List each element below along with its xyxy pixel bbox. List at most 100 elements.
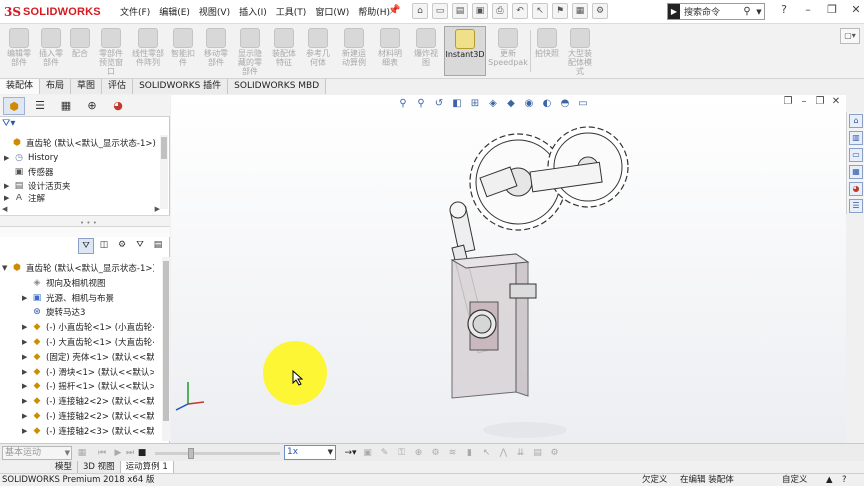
home-icon[interactable]: ⌂: [412, 3, 428, 19]
toolbar-options-icon[interactable]: ▢▾: [840, 28, 860, 44]
expand-icon[interactable]: ▼: [2, 264, 11, 272]
pivot-pin[interactable]: [449, 201, 467, 219]
show-hidden-components-button[interactable]: 显示隐 藏的零 部件: [234, 26, 266, 76]
upper-scrollbar[interactable]: [160, 135, 168, 209]
bill-of-materials-button[interactable]: 材料明 细表: [374, 26, 406, 67]
close-icon[interactable]: ✕: [844, 3, 864, 16]
tab-layout[interactable]: 布局: [40, 79, 72, 94]
appearances-icon[interactable]: ◕: [849, 182, 863, 196]
insert-component-button[interactable]: 插入零 部件: [36, 26, 66, 67]
expand-icon[interactable]: ▶: [22, 427, 31, 435]
assembly-features-button[interactable]: 装配体 特征: [268, 26, 300, 67]
custom-properties-icon[interactable]: ☰: [849, 199, 863, 213]
tab-mbd[interactable]: SOLIDWORKS MBD: [228, 79, 327, 94]
expand-icon[interactable]: ▶: [22, 368, 31, 376]
select-icon[interactable]: ↖: [532, 3, 548, 19]
save-animation-icon[interactable]: ▣: [359, 446, 376, 460]
slider-block[interactable]: [509, 283, 537, 299]
solidworks-logo[interactable]: 3S SOLIDWORKS: [4, 4, 101, 20]
exploded-view-button[interactable]: 爆炸视 图: [410, 26, 442, 67]
menu-window[interactable]: 窗口(W): [315, 5, 349, 18]
help-icon[interactable]: ?: [842, 474, 847, 486]
doc-maximize-icon[interactable]: ❐: [812, 96, 828, 107]
scroll-thumb[interactable]: [161, 137, 167, 159]
new-document-icon[interactable]: ▭: [432, 3, 448, 19]
menu-edit[interactable]: 编辑(E): [159, 5, 190, 18]
view-orientation-icon[interactable]: ◈: [484, 97, 502, 111]
expand-icon[interactable]: ▶: [4, 194, 13, 202]
play-from-start-icon[interactable]: ⏭: [124, 446, 136, 460]
display-pane-icon[interactable]: ◫: [96, 238, 112, 254]
restore-icon[interactable]: ❐: [820, 3, 844, 16]
tree-item[interactable]: ▶ ◆ (-) 连接轴2<3> (默认<<默认: [22, 424, 154, 438]
playback-mode-icon[interactable]: →▾: [342, 446, 359, 460]
tab-model[interactable]: 模型: [50, 461, 79, 473]
dynamic-annotation-icon[interactable]: ⊞: [466, 97, 484, 111]
tree-item-sensors[interactable]: ▣ 传感器: [4, 165, 54, 179]
menu-help[interactable]: 帮助(H): [358, 5, 390, 18]
search-icon[interactable]: ⚲: [740, 6, 754, 17]
expand-icon[interactable]: ▶: [22, 353, 31, 361]
collapse-icon[interactable]: ▤: [150, 238, 166, 254]
menu-insert[interactable]: 插入(I): [239, 5, 267, 18]
save-icon[interactable]: ▣: [472, 3, 488, 19]
home-icon[interactable]: ⌂: [849, 114, 863, 128]
results-icon[interactable]: ▤: [529, 446, 546, 460]
tree-item-design-binder[interactable]: ▶ ▤ 设计活页夹: [4, 179, 71, 193]
rebuild-icon[interactable]: ⚑: [552, 3, 568, 19]
new-motion-study-button[interactable]: 新建运 动算例: [338, 26, 370, 67]
panel-splitter[interactable]: • • •: [0, 215, 170, 227]
tree-item[interactable]: ▶ ◆ (-) 小直齿轮<1> (小直齿轮<D: [22, 320, 154, 334]
reference-geometry-button[interactable]: 参考几 何体: [302, 26, 334, 67]
lower-scrollbar[interactable]: [162, 257, 170, 441]
add-key-icon[interactable]: ⊕: [410, 446, 427, 460]
apply-scene-icon[interactable]: ◓: [556, 97, 574, 111]
autokey-icon[interactable]: ⚿: [393, 446, 410, 460]
edit-appearance-icon[interactable]: ◐: [538, 97, 556, 111]
gravity-icon[interactable]: ⇊: [512, 446, 529, 460]
scroll-thumb[interactable]: [163, 261, 169, 421]
component-preview-button[interactable]: 零部件 预览窗 口: [94, 26, 128, 76]
tree-item[interactable]: ▶◆ (-) 摇杆<1> (默认<<默认>_显: [22, 379, 154, 393]
play-icon[interactable]: ▶: [112, 446, 124, 460]
menu-view[interactable]: 视图(V): [199, 5, 230, 18]
move-component-button[interactable]: 移动零 部件: [200, 26, 232, 67]
expand-icon[interactable]: ▶: [22, 323, 31, 331]
display-style-icon[interactable]: ◆: [502, 97, 520, 111]
tab-motion-study-1[interactable]: 运动算例 1: [120, 461, 174, 473]
doc-restore-icon[interactable]: ❐: [780, 96, 796, 107]
tree-item[interactable]: ▶◆ (-) 连接轴2<2> (默认<<默认>: [22, 409, 154, 423]
playback-speed-select[interactable]: 1x ▼: [284, 445, 336, 460]
instant3d-button[interactable]: Instant3D: [444, 26, 486, 76]
motor-icon[interactable]: ⚙: [427, 446, 444, 460]
calculate-icon[interactable]: ▦: [76, 446, 88, 460]
stop-icon[interactable]: ■: [136, 446, 148, 460]
linear-pattern-button[interactable]: 线性零部 件阵列: [130, 26, 166, 67]
undo-icon[interactable]: ↶: [512, 3, 528, 19]
filter-icon[interactable]: ⛛▾: [2, 118, 15, 129]
search-commands[interactable]: ▶ 搜索命令 ⚲ ▼: [667, 3, 765, 20]
tree-item[interactable]: ▶ ◆ (-) 大直齿轮<1> (大直齿轮<D: [22, 335, 154, 349]
section-view-icon[interactable]: ◧: [448, 97, 466, 111]
expand-icon[interactable]: ▶: [22, 397, 31, 405]
tree-item[interactable]: ▶ ◆ (-) 连接轴2<2> (默认<<默认: [22, 394, 154, 408]
design-library-icon[interactable]: ▥: [849, 131, 863, 145]
tab-3d-views[interactable]: 3D 视图: [78, 461, 121, 473]
zoom-fit-icon[interactable]: ⚲: [394, 97, 412, 111]
property-manager-tab-icon[interactable]: ☰: [29, 97, 51, 115]
update-speedpak-button[interactable]: 更新 Speedpak: [488, 26, 528, 67]
minimize-icon[interactable]: –: [796, 3, 820, 16]
tab-assembly[interactable]: 装配体: [0, 79, 41, 94]
expand-icon[interactable]: ▶: [22, 412, 31, 420]
expand-icon[interactable]: ▶: [22, 382, 31, 390]
file-explorer-icon[interactable]: ▭: [849, 148, 863, 162]
file-properties-icon[interactable]: ▦: [572, 3, 588, 19]
tree-item-annotations[interactable]: ▶ A 注解: [4, 194, 45, 202]
expand-icon[interactable]: ▶: [4, 182, 13, 190]
expand-icon[interactable]: ▶: [22, 294, 31, 302]
help-icon[interactable]: ?: [772, 3, 796, 16]
print-icon[interactable]: ⎙: [492, 3, 508, 19]
tree-item[interactable]: ◈ 视向及相机视图: [22, 276, 106, 290]
search-input[interactable]: 搜索命令: [680, 5, 740, 18]
edit-component-button[interactable]: 编辑零 部件: [4, 26, 34, 67]
